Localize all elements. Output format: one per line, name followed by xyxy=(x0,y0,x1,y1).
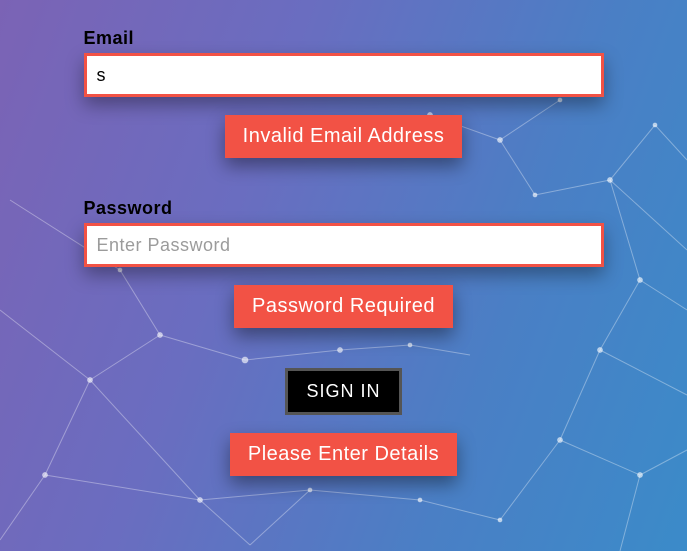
password-label: Password xyxy=(84,198,604,219)
password-error: Password Required xyxy=(234,285,453,328)
signin-form: Email Invalid Email Address Password Pas… xyxy=(44,0,644,476)
password-input[interactable] xyxy=(84,223,604,267)
email-field-block: Email xyxy=(84,28,604,97)
email-input[interactable] xyxy=(84,53,604,97)
email-label: Email xyxy=(84,28,604,49)
form-error: Please Enter Details xyxy=(230,433,457,476)
email-error: Invalid Email Address xyxy=(225,115,463,158)
signin-button[interactable]: SIGN IN xyxy=(285,368,401,415)
password-field-block: Password xyxy=(84,198,604,267)
